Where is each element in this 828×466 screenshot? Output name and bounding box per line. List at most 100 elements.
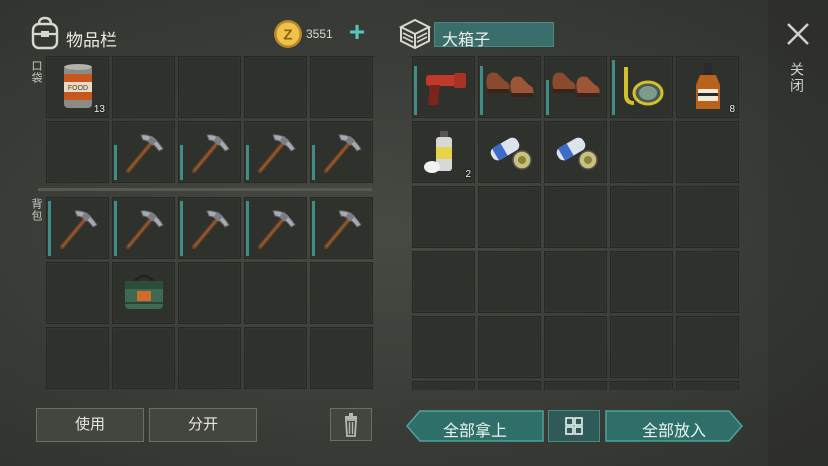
leather-shoes-icon bbox=[485, 72, 533, 97]
backpack-slot[interactable] bbox=[46, 327, 109, 389]
pickaxe-icon bbox=[125, 134, 164, 174]
durability-bar bbox=[180, 201, 183, 256]
box-slot[interactable] bbox=[544, 316, 607, 378]
box-slot[interactable]: 2 bbox=[412, 121, 475, 183]
durability-bar bbox=[612, 60, 615, 115]
trash-icon bbox=[345, 413, 357, 437]
pocket-slot[interactable] bbox=[46, 121, 109, 183]
box-slot[interactable] bbox=[412, 316, 475, 378]
box-slot[interactable] bbox=[478, 186, 541, 248]
durability-bar bbox=[480, 66, 483, 115]
pocket-slot[interactable] bbox=[310, 121, 373, 183]
spray-paint-icon bbox=[423, 131, 452, 173]
pocket-slot[interactable] bbox=[112, 56, 175, 118]
box-slot[interactable] bbox=[610, 186, 673, 248]
box-slot[interactable] bbox=[610, 251, 673, 313]
durability-bar bbox=[312, 201, 315, 256]
backpack-label: 背包 bbox=[30, 198, 42, 222]
box-slot[interactable] bbox=[544, 251, 607, 313]
box-slot[interactable] bbox=[478, 56, 541, 118]
trash-button[interactable] bbox=[330, 408, 372, 441]
durability-bar bbox=[246, 145, 249, 180]
box-slot[interactable] bbox=[544, 381, 607, 390]
backpack-slot[interactable] bbox=[112, 262, 175, 324]
box-slot[interactable] bbox=[676, 121, 739, 183]
box-slot[interactable] bbox=[478, 381, 541, 390]
durability-bar bbox=[414, 66, 417, 115]
durability-bar bbox=[48, 201, 51, 256]
box-slot[interactable] bbox=[676, 251, 739, 313]
backpack-slot[interactable] bbox=[244, 197, 307, 259]
whiskey-bottle-icon bbox=[695, 63, 720, 109]
box-slot[interactable] bbox=[610, 56, 673, 118]
box-slot[interactable] bbox=[478, 251, 541, 313]
durability-bar bbox=[312, 145, 315, 180]
coin-icon: Z bbox=[274, 20, 302, 48]
backpack-slot[interactable] bbox=[310, 262, 373, 324]
pocket-slot[interactable] bbox=[178, 121, 241, 183]
box-slot[interactable] bbox=[412, 251, 475, 313]
backpack-slot[interactable] bbox=[46, 262, 109, 324]
backpack-slot[interactable] bbox=[112, 327, 175, 389]
backpack-slot[interactable] bbox=[178, 327, 241, 389]
magazine-rolls-icon bbox=[490, 137, 532, 170]
pocket-slot[interactable] bbox=[112, 121, 175, 183]
box-slot[interactable] bbox=[610, 316, 673, 378]
sort-button[interactable] bbox=[548, 410, 600, 442]
box-slot[interactable] bbox=[478, 316, 541, 378]
backpack-slot[interactable] bbox=[178, 197, 241, 259]
add-coins-button[interactable]: + bbox=[344, 18, 370, 48]
backpack-slot[interactable] bbox=[244, 327, 307, 389]
backpack-slot[interactable] bbox=[46, 197, 109, 259]
backpack-grid bbox=[46, 197, 373, 389]
box-slot[interactable] bbox=[544, 56, 607, 118]
box-slot[interactable] bbox=[544, 121, 607, 183]
pocket-slot[interactable] bbox=[244, 56, 307, 118]
durability-bar bbox=[246, 201, 249, 256]
box-slot[interactable] bbox=[478, 121, 541, 183]
split-button[interactable]: 分开 bbox=[149, 408, 257, 442]
durability-bar bbox=[180, 145, 183, 180]
pickaxe-icon bbox=[323, 210, 362, 250]
snorkel-mask-icon bbox=[623, 67, 663, 106]
box-slot[interactable] bbox=[676, 381, 739, 390]
pocket-slot[interactable] bbox=[244, 121, 307, 183]
flare-gun-icon bbox=[425, 73, 466, 105]
box-slot[interactable] bbox=[544, 186, 607, 248]
crate-icon bbox=[398, 18, 432, 50]
box-slot[interactable] bbox=[610, 381, 673, 390]
inventory-title: 物品栏 bbox=[66, 31, 117, 50]
durability-bar bbox=[114, 145, 117, 180]
take-all-button[interactable]: 全部拿上 bbox=[406, 410, 544, 442]
backpack-slot[interactable] bbox=[310, 327, 373, 389]
pocket-slot[interactable]: FOOD 13 bbox=[46, 56, 109, 118]
box-slot[interactable] bbox=[412, 381, 475, 390]
backpack-slot[interactable] bbox=[112, 197, 175, 259]
backpack-slot[interactable] bbox=[310, 197, 373, 259]
box-slot[interactable]: 8 bbox=[676, 56, 739, 118]
pocket-slot[interactable] bbox=[178, 56, 241, 118]
inventory-header: 物品栏 Z 3551 + bbox=[28, 14, 373, 54]
box-slot[interactable] bbox=[676, 316, 739, 378]
box-slot[interactable] bbox=[676, 186, 739, 248]
box-slot[interactable] bbox=[610, 121, 673, 183]
close-label[interactable]: 关闭 bbox=[787, 62, 807, 94]
svg-text:Z: Z bbox=[283, 27, 292, 44]
durability-bar bbox=[546, 80, 549, 115]
box-slot[interactable] bbox=[412, 186, 475, 248]
sort-grid-icon bbox=[565, 417, 583, 435]
pocket-slot[interactable] bbox=[310, 56, 373, 118]
pocket-divider bbox=[38, 188, 372, 191]
use-button[interactable]: 使用 bbox=[36, 408, 144, 442]
durability-bar bbox=[114, 201, 117, 256]
pickaxe-icon bbox=[257, 134, 296, 174]
box-title: 大箱子 bbox=[442, 32, 491, 49]
backpack-slot[interactable] bbox=[244, 262, 307, 324]
box-slot[interactable] bbox=[412, 56, 475, 118]
close-icon[interactable] bbox=[784, 20, 812, 48]
backpack-slot[interactable] bbox=[178, 262, 241, 324]
pickaxe-icon bbox=[191, 134, 230, 174]
backpack-icon bbox=[31, 16, 59, 50]
put-all-button[interactable]: 全部放入 bbox=[605, 410, 743, 442]
take-all-label: 全部拿上 bbox=[442, 423, 507, 440]
